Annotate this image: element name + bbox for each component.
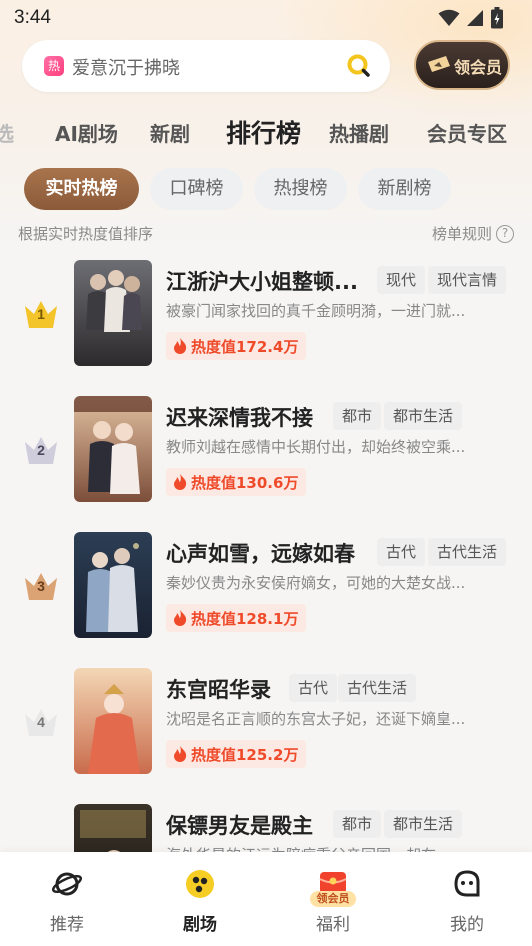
tab-new-dramas[interactable]: 新剧 bbox=[150, 118, 190, 147]
nav-recommend[interactable]: 推荐 bbox=[27, 852, 107, 946]
ranking-item[interactable]: 3 心声如雪，远嫁如春 古代 古代生活 秦妙仪贵为永安侯府嫡女，可她的大楚女战.… bbox=[0, 528, 532, 640]
genre-tag: 现代言情 bbox=[428, 266, 507, 294]
rules-label: 榜单规则 bbox=[431, 225, 492, 243]
genre-tag: 都市生活 bbox=[384, 810, 463, 838]
drama-title[interactable]: 保镖男友是殿主 bbox=[166, 810, 313, 840]
nav-label: 推荐 bbox=[50, 915, 84, 935]
tab-rankings[interactable]: 排行榜 bbox=[226, 114, 301, 150]
flame-icon bbox=[174, 746, 187, 762]
heat-badge: 热度值172.4万 bbox=[166, 332, 307, 360]
search-bar[interactable]: 热 爱意沉于拂晓 bbox=[22, 40, 390, 92]
wifi-icon bbox=[438, 9, 460, 26]
planet-icon bbox=[51, 872, 83, 896]
genre-tag: 都市生活 bbox=[384, 402, 463, 430]
status-icons bbox=[438, 7, 504, 29]
nav-profile[interactable]: 我的 bbox=[427, 852, 507, 946]
drama-description: 秦妙仪贵为永安侯府嫡女，可她的大楚女战... bbox=[166, 574, 466, 592]
help-icon: ? bbox=[496, 224, 514, 243]
vip-button[interactable]: 领会员 bbox=[414, 40, 510, 90]
tab-ai-theater[interactable]: AI剧场 bbox=[55, 118, 118, 147]
rank-number: 3 bbox=[37, 578, 45, 594]
filter-hot-search[interactable]: 热搜榜 bbox=[254, 168, 347, 210]
heat-badge: 热度值130.6万 bbox=[166, 468, 307, 496]
rank-number: 4 bbox=[37, 714, 45, 730]
search-icon[interactable] bbox=[346, 53, 372, 79]
genre-tag: 都市 bbox=[333, 402, 382, 430]
drama-cover[interactable] bbox=[74, 668, 152, 774]
nav-theater[interactable]: 剧场 bbox=[160, 852, 240, 946]
drama-title[interactable]: 迟来深情我不接 bbox=[166, 402, 313, 432]
genre-tag: 现代 bbox=[377, 266, 426, 294]
status-time: 3:44 bbox=[14, 7, 51, 28]
flame-icon bbox=[174, 610, 187, 626]
rank-number: 1 bbox=[37, 306, 45, 322]
nav-label: 我的 bbox=[450, 915, 484, 935]
status-bar: 3:44 bbox=[0, 0, 532, 34]
drama-description: 沈昭是名正言顺的东宫太子妃，还诞下嫡皇... bbox=[166, 710, 466, 728]
ranking-filters: 实时热榜 口碑榜 热搜榜 新剧榜 bbox=[0, 168, 532, 210]
vip-label: 领会员 bbox=[454, 58, 503, 77]
heat-badge: 热度值125.2万 bbox=[166, 740, 307, 768]
heat-badge: 热度值128.1万 bbox=[166, 604, 307, 632]
drama-cover[interactable] bbox=[74, 396, 152, 502]
tab-vip-zone[interactable]: 会员专区 bbox=[427, 118, 507, 147]
drama-cover[interactable] bbox=[74, 260, 152, 366]
nav-label: 福利 bbox=[316, 915, 350, 935]
profile-icon bbox=[454, 870, 480, 897]
rules-link[interactable]: 榜单规则 ? bbox=[432, 223, 514, 244]
flame-icon bbox=[174, 338, 187, 354]
category-tabs: 选 AI剧场 新剧 排行榜 热播剧 会员专区 bbox=[0, 112, 532, 156]
sort-note: 根据实时热度值排序 bbox=[18, 225, 154, 243]
heat-value: 热度值130.6万 bbox=[191, 473, 299, 492]
drama-description: 被豪门闻家找回的真千金顾明漪，一进门就... bbox=[166, 302, 466, 320]
ranking-item[interactable]: 2 迟来深情我不接 都市 都市生活 教师刘越在感情中长期付出，却始终被空乘...… bbox=[0, 392, 532, 504]
hot-search-badge: 热 bbox=[44, 56, 64, 76]
drama-title[interactable]: 东宫昭华录 bbox=[166, 674, 271, 704]
theater-icon bbox=[186, 870, 214, 898]
filter-realtime-hot[interactable]: 实时热榜 bbox=[24, 168, 139, 210]
drama-description: 教师刘越在感情中长期付出，却始终被空乘... bbox=[166, 438, 466, 456]
nav-label: 剧场 bbox=[183, 915, 217, 935]
vip-ticket-icon bbox=[428, 56, 450, 72]
vip-nav-badge: 领会员 bbox=[310, 891, 356, 907]
filter-reputation[interactable]: 口碑榜 bbox=[150, 168, 243, 210]
nav-benefits[interactable]: 领会员 福利 bbox=[293, 852, 373, 946]
heat-value: 热度值128.1万 bbox=[191, 609, 299, 628]
drama-title[interactable]: 心声如雪，远嫁如春 bbox=[166, 538, 355, 568]
signal-icon bbox=[467, 10, 483, 26]
ranking-item[interactable]: 4 东宫昭华录 古代 古代生活 沈昭是名正言顺的东宫太子妃，还诞下嫡皇... 热… bbox=[0, 664, 532, 776]
genre-tag: 古代生活 bbox=[428, 538, 507, 566]
tab-hot-dramas[interactable]: 热播剧 bbox=[329, 118, 389, 147]
heat-value: 热度值172.4万 bbox=[191, 337, 299, 356]
genre-tag: 古代 bbox=[377, 538, 426, 566]
bottom-nav: 推荐 剧场 领会员 福利 我的 bbox=[0, 852, 532, 946]
genre-tag: 都市 bbox=[333, 810, 382, 838]
heat-value: 热度值125.2万 bbox=[191, 745, 299, 764]
battery-icon bbox=[491, 7, 503, 29]
drama-title[interactable]: 江浙沪大小姐整顿... bbox=[166, 266, 358, 296]
drama-cover[interactable] bbox=[74, 532, 152, 638]
tab-featured[interactable]: 选 bbox=[0, 118, 14, 147]
ranking-item[interactable]: 1 江浙沪大小姐整顿... 现代 现代言情 被豪门闻家找回的真千金顾明漪，一进门… bbox=[0, 256, 532, 368]
list-subheader: 根据实时热度值排序 榜单规则 ? bbox=[18, 223, 514, 245]
search-query: 爱意沉于拂晓 bbox=[72, 58, 180, 79]
genre-tag: 古代 bbox=[289, 674, 338, 702]
filter-new-dramas[interactable]: 新剧榜 bbox=[358, 168, 451, 210]
rank-number: 2 bbox=[37, 442, 45, 458]
flame-icon bbox=[174, 474, 187, 490]
genre-tag: 古代生活 bbox=[338, 674, 417, 702]
